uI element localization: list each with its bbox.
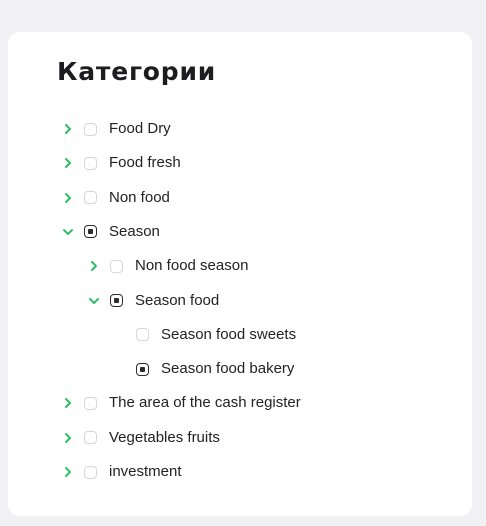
category-checkbox[interactable] [110, 294, 123, 307]
chevron-right-icon[interactable] [62, 192, 74, 204]
chevron-right-icon[interactable] [62, 123, 74, 135]
categories-panel: Категории Food Dry Food fresh Non food S… [8, 32, 472, 516]
chevron-down-icon[interactable] [62, 226, 74, 238]
tree-item[interactable]: Season food sweets [114, 324, 296, 346]
tree-item-label: Season [109, 222, 160, 240]
category-checkbox[interactable] [84, 225, 97, 239]
tree-item-label: investment [109, 463, 182, 480]
tree-item-label: Food Dry [109, 120, 171, 137]
tree-item[interactable]: Non food [62, 187, 170, 209]
tree-item[interactable]: Food fresh [62, 152, 181, 174]
category-checkbox[interactable] [84, 431, 97, 445]
tree-item-label: Season food sweets [161, 325, 297, 343]
category-checkbox[interactable] [84, 396, 97, 410]
tree-item-label: The area of the cash register [109, 394, 301, 412]
chevron-right-icon[interactable] [62, 466, 74, 478]
tree-item[interactable]: Season [62, 221, 160, 243]
category-checkbox[interactable] [84, 191, 97, 205]
chevron-down-icon[interactable] [88, 295, 100, 307]
tree-item[interactable]: Season food bakery [114, 358, 294, 380]
tree-item-label: Vegetables fruits [109, 428, 220, 446]
panel-title: Категории [57, 57, 217, 86]
category-checkbox[interactable] [110, 259, 123, 273]
chevron-right-icon[interactable] [62, 157, 74, 169]
tree-item-label: Non food season [135, 257, 249, 275]
category-checkbox[interactable] [136, 362, 149, 376]
tree-item[interactable]: Non food season [88, 255, 248, 277]
tree-item[interactable]: The area of the cash register [62, 392, 301, 414]
tree-item[interactable]: Vegetables fruits [62, 427, 220, 449]
tree-item[interactable]: Season food [88, 290, 219, 312]
category-checkbox[interactable] [84, 156, 97, 170]
tree-item[interactable]: investment [62, 461, 182, 483]
tree-item-label: Season food [135, 291, 220, 309]
tree-item[interactable]: Food Dry [62, 118, 171, 140]
category-checkbox[interactable] [136, 328, 149, 342]
chevron-right-icon[interactable] [62, 432, 74, 444]
chevron-right-icon[interactable] [62, 397, 74, 409]
tree-item-label: Season food bakery [161, 360, 295, 378]
category-checkbox[interactable] [84, 465, 97, 479]
tree-item-label: Non food [109, 188, 170, 206]
chevron-right-icon[interactable] [88, 260, 100, 272]
category-checkbox[interactable] [84, 122, 97, 136]
tree-item-label: Food fresh [109, 154, 181, 172]
